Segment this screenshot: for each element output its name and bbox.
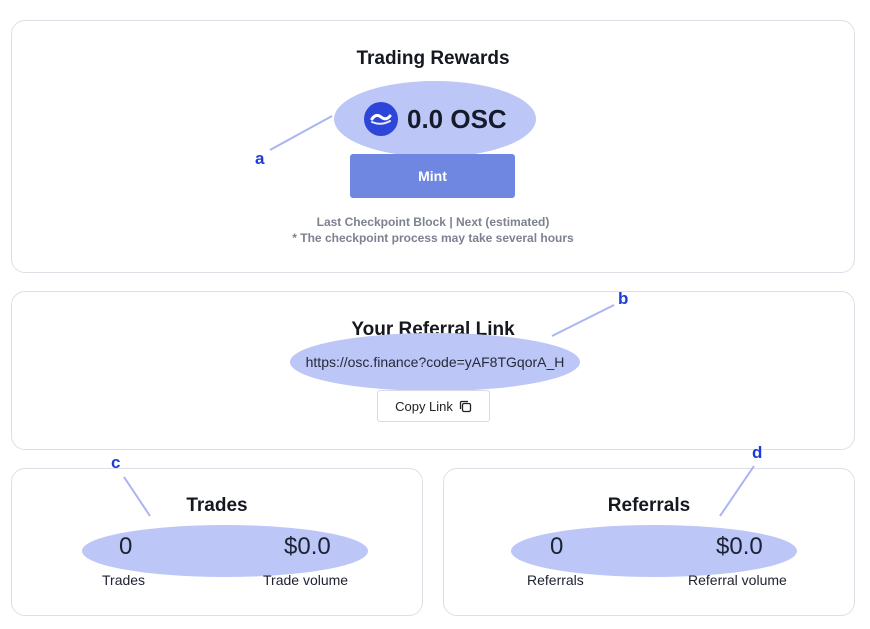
trade-volume-value: $0.0 [284,533,331,560]
referrals-card: Referrals 0 $0.0 Referrals Referral volu… [443,468,855,616]
reward-amount: 0.0 OSC [407,104,507,134]
referral-volume-value: $0.0 [716,533,763,560]
referrals-title: Referrals [607,495,691,516]
trading-rewards-card: Trading Rewards 0.0 OSC Mint Last Checkp… [11,20,855,273]
trades-title: Trades [186,495,248,516]
referral-volume-label: Referral volume [688,572,787,588]
annotation-d: d [752,443,763,462]
referrals-count-value: 0 [550,533,564,560]
copy-icon [459,400,472,412]
referrals-count-label: Referrals [527,572,584,588]
referral-link-card: Your Referral Link https://osc.finance?c… [11,291,855,450]
trades-count-label: Trades [102,572,146,588]
trades-card: Trades 0 $0.0 Trades Trade volume [11,468,423,616]
mint-button[interactable]: Mint [350,154,515,198]
checkpoint-info: Last Checkpoint Block | Next (estimated) [316,215,550,229]
copy-link-button[interactable]: Copy Link [377,390,490,422]
annotation-b: b [618,289,629,308]
trades-count-value: 0 [119,533,133,560]
copy-link-label: Copy Link [395,398,453,414]
annotation-a: a [255,149,265,168]
trading-rewards-title: Trading Rewards [356,48,510,69]
annotation-c: c [111,453,121,472]
referral-link-text[interactable]: https://osc.finance?code=yAF8TGqorA_H [290,354,580,370]
trade-volume-label: Trade volume [263,572,349,588]
checkpoint-note: * The checkpoint process may take severa… [292,231,574,245]
osc-token-icon [364,102,398,136]
